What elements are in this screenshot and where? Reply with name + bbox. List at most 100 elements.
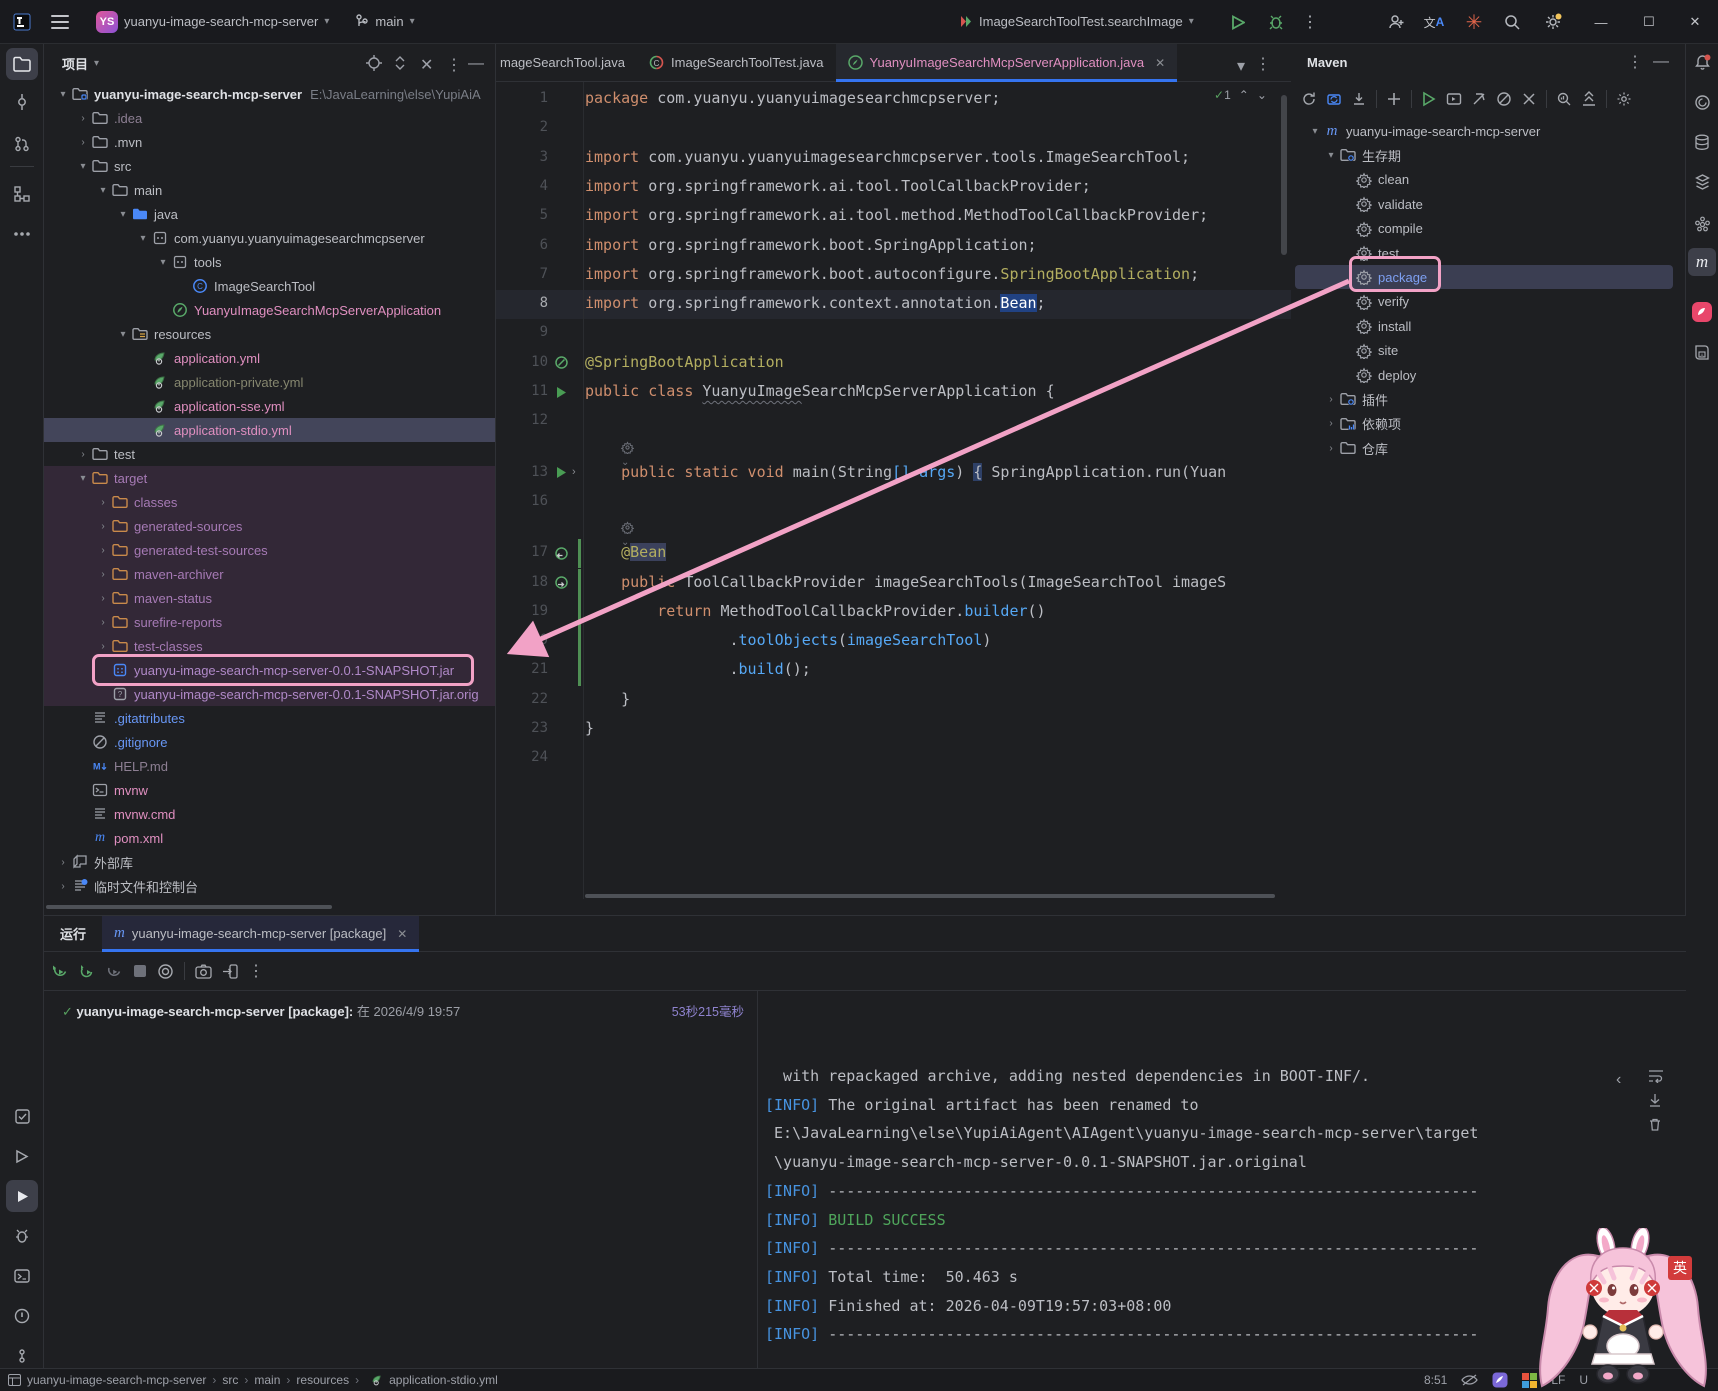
code-line-7[interactable]: 7 import org.springframework.boot.autocon… [496, 261, 1291, 290]
skip-tests-icon[interactable] [1471, 91, 1487, 107]
project-hscrollbar[interactable] [46, 904, 494, 910]
hidden-tabs-icon[interactable]: ▾ [1237, 56, 1245, 76]
code-inlay-row[interactable]: ⌄ [496, 437, 1291, 468]
beanin-gutter-icon[interactable] [552, 544, 570, 562]
tree-item-imagesearchtool[interactable]: C ImageSearchTool [44, 274, 495, 298]
spring-icon[interactable] [1688, 210, 1716, 238]
code-line-1[interactable]: 1 package com.yuanyu.yuanyuimagesearchmcp… [496, 85, 1291, 114]
tree-chevron-icon[interactable]: ▾ [135, 233, 151, 244]
run-configuration[interactable]: ImageSearchToolTest.searchImage ▾ [958, 14, 1194, 29]
code-line-13[interactable]: 13 › public static void main(String[] arg… [496, 459, 1291, 488]
code-line-22[interactable]: 22 } [496, 686, 1291, 715]
commit-tool-icon[interactable] [6, 86, 38, 118]
run-more-icon[interactable]: ⋮ [248, 961, 264, 981]
hide-panel-icon[interactable]: — [468, 55, 484, 73]
beanout-gutter-icon[interactable] [552, 574, 570, 592]
code-line-24[interactable]: 24 [496, 744, 1291, 773]
search-icon[interactable] [1498, 8, 1526, 36]
run-tool-icon[interactable] [6, 1180, 38, 1212]
tree-chevron-icon[interactable]: ▾ [115, 329, 131, 340]
tree-item-test-classes[interactable]: › test-classes [44, 634, 495, 658]
restart-icon[interactable] [106, 963, 123, 980]
run-panel-title[interactable]: 运行 [44, 916, 102, 951]
code-line-17[interactable]: 17 @Bean [496, 539, 1291, 569]
tree-item-yuanyu-image-search-mcp-server-0.0.1-snapshot.jar.orig[interactable]: ? yuanyu-image-search-mcp-server-0.0.1-SN… [44, 682, 495, 706]
maven-rail-icon[interactable]: m [1688, 248, 1716, 276]
tree-item-java[interactable]: ▾ java [44, 202, 495, 226]
tree-chevron-icon[interactable]: › [1323, 394, 1339, 405]
breadcrumb-item[interactable]: yuanyu-image-search-mcp-server [27, 1373, 206, 1387]
code-line-18[interactable]: 18 public ToolCallbackProvider imageSear… [496, 568, 1291, 598]
code-line-8[interactable]: 8 import org.springframework.context.anno… [496, 290, 1291, 320]
tree-item-[interactable]: › 外部库 [44, 850, 495, 874]
tree-item-com.yuanyu.yuanyuimagesearchmcpserver[interactable]: ▾ com.yuanyu.yuanyuimagesearchmcpserver [44, 226, 495, 250]
statusbar-time[interactable]: 8:51 [1424, 1373, 1447, 1387]
maven-item-clean[interactable]: clean [1295, 168, 1673, 192]
tab-options-icon[interactable]: ⋮ [1255, 54, 1271, 74]
tree-item-.idea[interactable]: › .idea [44, 106, 495, 130]
code-line-21[interactable]: 21 .build(); [496, 656, 1291, 686]
close-icon[interactable] [1521, 91, 1537, 107]
plugin-star-icon[interactable]: ✳ [1460, 8, 1488, 36]
maven-item-[interactable]: › 仓库 [1295, 436, 1673, 460]
expand-all-icon[interactable] [1581, 91, 1597, 107]
tree-item-resources[interactable]: ▾ resources [44, 322, 495, 346]
tree-item-.gitattributes[interactable]: .gitattributes [44, 706, 495, 730]
tree-item-yuanyu-image-search-mcp-server-0.0.1-snapshot.jar[interactable]: yuanyu-image-search-mcp-server-0.0.1-SNA… [44, 658, 495, 682]
tab-imagesearchtool[interactable]: mageSearchTool.java [496, 44, 637, 81]
tree-item-generated-sources[interactable]: › generated-sources [44, 514, 495, 538]
breadcrumb-item[interactable]: src [222, 1373, 238, 1387]
maximize-button[interactable]: ☐ [1626, 0, 1672, 44]
tree-chevron-icon[interactable]: › [95, 569, 111, 580]
code-line-3[interactable]: 3 import com.yuanyu.yuanyuimagesearchmcps… [496, 144, 1291, 173]
prev-problem-icon[interactable]: ⌃ [1239, 88, 1249, 102]
tree-chevron-icon[interactable]: › [95, 641, 111, 652]
build-summary-row[interactable]: ✓ yuanyu-image-search-mcp-server [packag… [62, 1001, 460, 1020]
build-tool-icon[interactable] [6, 1140, 38, 1172]
code-line-19[interactable]: 19 return MethodToolCallbackProvider.bui… [496, 597, 1291, 628]
debug-button[interactable] [1262, 8, 1290, 36]
code-editor[interactable]: 1 package com.yuanyu.yuanyuimagesearchmcp… [496, 82, 1291, 899]
maven-item-validate[interactable]: validate [1295, 192, 1673, 216]
collapse-all-icon[interactable]: ✕ [420, 55, 433, 75]
inspection-widget[interactable]: ✓1 ⌃ ⌄ [1214, 88, 1267, 102]
tree-chevron-icon[interactable]: › [75, 113, 91, 124]
maven-item-[interactable]: ▾ 生存期 [1295, 143, 1673, 167]
panel-options-icon[interactable]: ⋮ [446, 55, 462, 75]
maven-item-[interactable]: › 依赖项 [1295, 412, 1673, 436]
hide-maven-icon[interactable]: — [1653, 53, 1669, 71]
toggle-offline-icon[interactable] [1496, 91, 1512, 107]
problems-tool-icon[interactable] [6, 1300, 38, 1332]
clear-console-icon[interactable] [1648, 1117, 1662, 1132]
tree-item-maven-status[interactable]: › maven-status [44, 586, 495, 610]
branch-widget[interactable]: main ▾ [355, 14, 415, 29]
code-line-23[interactable]: 23} [496, 715, 1291, 744]
terminal-tool-icon[interactable] [6, 1260, 38, 1292]
settings-icon[interactable] [1616, 91, 1632, 107]
code-line-6[interactable]: 6 import org.springframework.boot.SpringA… [496, 232, 1291, 261]
minimize-button[interactable]: — [1578, 0, 1624, 44]
run-button[interactable] [1224, 8, 1252, 36]
run-config-icon[interactable] [1446, 91, 1462, 107]
bean-gutter-icon[interactable] [552, 354, 570, 372]
download-sources-icon[interactable] [1351, 91, 1367, 107]
tab-imagesearchtooltest[interactable]: C ImageSearchToolTest.java [637, 44, 835, 81]
tree-chevron-icon[interactable]: ▾ [95, 185, 111, 196]
breadcrumb-item[interactable]: resources [296, 1373, 349, 1387]
tree-chevron-icon[interactable]: › [95, 521, 111, 532]
tree-item-pom.xml[interactable]: m pom.xml [44, 826, 495, 850]
code-line-20[interactable]: 20 .toolObjects(imageSearchTool) [496, 627, 1291, 657]
notifications-icon[interactable] [1688, 48, 1716, 76]
more-actions-icon[interactable]: ⋮ [1296, 8, 1324, 36]
tree-item-test[interactable]: › test [44, 442, 495, 466]
more-tools-icon[interactable] [6, 218, 38, 250]
tree-chevron-icon[interactable]: ▾ [115, 209, 131, 220]
add-icon[interactable] [1386, 91, 1402, 107]
reader-mode-icon[interactable] [1461, 1374, 1479, 1386]
export-icon[interactable] [222, 963, 238, 979]
tree-chevron-icon[interactable]: ▾ [155, 257, 171, 268]
tree-chevron-icon[interactable]: › [95, 497, 111, 508]
maven-item-package[interactable]: package [1295, 265, 1673, 290]
ai-assistant-icon[interactable] [1688, 88, 1716, 116]
tree-item-help.md[interactable]: M HELP.md [44, 754, 495, 778]
